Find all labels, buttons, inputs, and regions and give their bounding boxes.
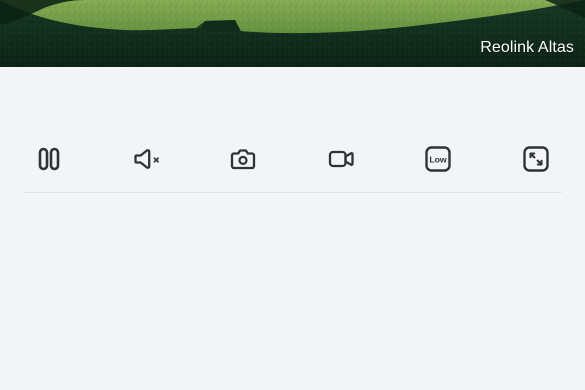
video-record-icon (328, 150, 354, 168)
quality-badge-icon: Low (425, 146, 451, 172)
quality-label: Low (429, 154, 447, 164)
live-video-feed[interactable]: Reolink Altas (0, 0, 585, 67)
pause-icon (38, 147, 60, 171)
camera-icon (230, 149, 256, 170)
snapshot-button[interactable] (224, 140, 262, 178)
camera-name-label: Reolink Altas (480, 39, 574, 56)
speaker-muted-icon (134, 149, 159, 169)
toolbar-divider (24, 192, 562, 193)
record-button[interactable] (322, 140, 360, 178)
fullscreen-button[interactable] (517, 140, 555, 178)
pause-button[interactable] (30, 140, 68, 178)
fullscreen-icon (523, 146, 549, 172)
mute-button[interactable] (128, 140, 166, 178)
playback-toolbar: Low (24, 140, 562, 178)
player-controls-panel: Low (0, 67, 585, 390)
quality-button[interactable]: Low (419, 140, 457, 178)
